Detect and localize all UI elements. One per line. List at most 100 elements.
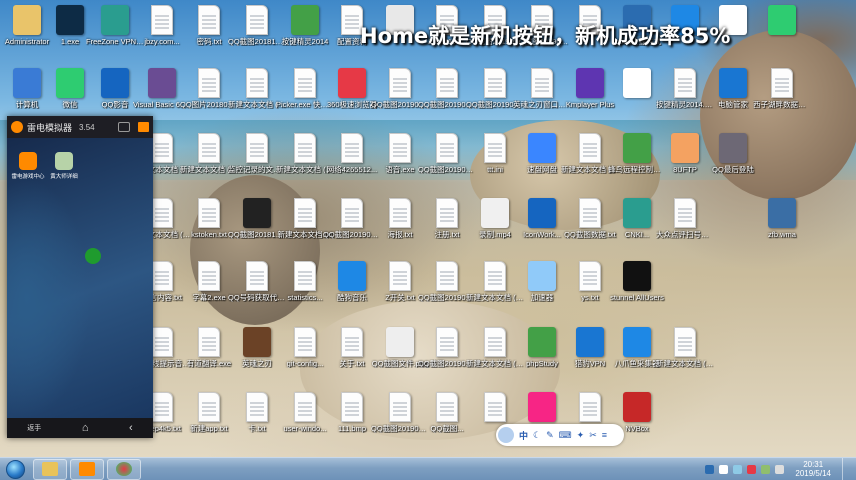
- text-file-icon: [198, 261, 220, 291]
- text-file-icon: [294, 392, 316, 422]
- emulator-app-game-center[interactable]: 雷电游戏中心: [11, 152, 45, 180]
- text-file-icon: [389, 68, 411, 98]
- back-button[interactable]: 返手: [27, 423, 41, 433]
- text-file-icon: [198, 133, 220, 163]
- app-icon: [101, 68, 129, 98]
- app-icon: [101, 5, 129, 35]
- text-file-icon: [579, 133, 601, 163]
- taskbar-item-browser[interactable]: [107, 458, 141, 480]
- taskbar-item-explorer[interactable]: [33, 458, 67, 480]
- text-file-icon: [294, 68, 316, 98]
- desktop-icon[interactable]: 西子湖畔数据库.txt: [753, 68, 811, 126]
- desktop-icon[interactable]: stunnel AllUsers: [608, 261, 666, 319]
- ime-pen-icon[interactable]: ✎: [546, 430, 554, 441]
- text-file-icon: [436, 133, 458, 163]
- emulator-navbar: 返手 ⌂ ‹: [7, 418, 153, 438]
- text-file-icon: [341, 392, 363, 422]
- emulator-titlebar[interactable]: 雷电模拟器 3.54: [7, 116, 153, 138]
- text-file-icon: [246, 392, 268, 422]
- app-icon: [528, 392, 556, 422]
- text-file-icon: [484, 261, 506, 291]
- ldplayer-icon: [79, 462, 95, 476]
- browser-icon: [116, 462, 132, 476]
- app-icon: [148, 68, 176, 98]
- ime-tools-icon[interactable]: ✂: [589, 430, 597, 441]
- windows-logo-icon: [5, 459, 25, 479]
- emulator-window[interactable]: 雷电模拟器 3.54 雷电游戏中心 黄大师详细 返手 ⌂ ‹: [7, 116, 153, 438]
- text-file-icon: [484, 133, 506, 163]
- ime-tray-icon[interactable]: [705, 464, 715, 474]
- text-file-icon: [389, 198, 411, 228]
- volume-tray-icon[interactable]: [775, 464, 785, 474]
- app-icon: [623, 68, 651, 98]
- text-file-icon: [198, 68, 220, 98]
- show-desktop-button[interactable]: [842, 457, 852, 480]
- text-file-icon: [151, 133, 173, 163]
- desktop-icon[interactable]: QQ最后登陆: [704, 133, 762, 191]
- text-file-icon: [579, 261, 601, 291]
- app-label: 黄大师详细: [50, 174, 78, 180]
- emulator-app-second[interactable]: 黄大师详细: [47, 152, 81, 180]
- ime-moon-icon[interactable]: ☾: [533, 430, 541, 441]
- text-file-icon: [151, 5, 173, 35]
- app-icon: [623, 198, 651, 228]
- app-avatar-icon: [55, 152, 73, 170]
- moon-tray-icon[interactable]: [719, 464, 729, 474]
- text-file-icon: [484, 327, 506, 357]
- app-icon: [386, 327, 414, 357]
- app-icon: [243, 198, 271, 228]
- touch-pointer-icon: [85, 248, 101, 264]
- desktop-icon[interactable]: 新建文本文档 (6).txt: [656, 327, 714, 385]
- ime-toolbar[interactable]: 中 ☾ ✎ ⌨ ✦ ✂ ≡: [496, 424, 624, 446]
- emulator-title: 雷电模拟器: [27, 122, 73, 133]
- system-tray: 20:31 2019/5/14: [705, 457, 856, 480]
- folder-icon: [42, 462, 58, 476]
- emulator-version: 3.54: [79, 122, 95, 132]
- app-icon: [56, 68, 84, 98]
- gamepad-icon[interactable]: [118, 122, 130, 132]
- qq-tray-icon[interactable]: [747, 464, 757, 474]
- app-icon: [528, 261, 556, 291]
- app-tray-icon[interactable]: [761, 464, 771, 474]
- desktop-icon-label: zfb.wma: [768, 230, 796, 239]
- text-file-icon: [341, 198, 363, 228]
- app-icon: [623, 327, 651, 357]
- app-icon: [243, 327, 271, 357]
- back-arrow-button[interactable]: ‹: [129, 422, 133, 434]
- text-file-icon: [531, 68, 553, 98]
- desktop-icon[interactable]: zfb.wma: [753, 198, 811, 256]
- app-icon: [623, 133, 651, 163]
- app-icon: [528, 198, 556, 228]
- ime-mode-button[interactable]: 中: [519, 429, 528, 442]
- desktop-icon[interactable]: 大众点评扫号结果密码...: [656, 198, 714, 256]
- app-icon: [576, 327, 604, 357]
- app-icon: [338, 68, 366, 98]
- desktop-icon[interactable]: [753, 5, 811, 63]
- video-caption: Home就是新机按钮，新机成功率85%: [360, 24, 731, 48]
- game-center-icon: [19, 152, 37, 170]
- ime-keyboard-icon[interactable]: ⌨: [559, 430, 572, 441]
- network-tray-icon[interactable]: [733, 464, 743, 474]
- desktop-icon-label: 新建文本文档 (6).txt: [656, 359, 714, 368]
- ime-skin-icon[interactable]: ✦: [577, 430, 585, 441]
- text-file-icon: [674, 327, 696, 357]
- text-file-icon: [198, 5, 220, 35]
- app-icon: [671, 133, 699, 163]
- text-file-icon: [389, 392, 411, 422]
- taskbar-item-ldplayer[interactable]: [70, 458, 104, 480]
- text-file-icon: [341, 327, 363, 357]
- ime-logo-icon[interactable]: [498, 427, 514, 443]
- clock[interactable]: 20:31 2019/5/14: [795, 460, 831, 478]
- gift-icon[interactable]: [138, 122, 149, 132]
- text-file-icon: [436, 198, 458, 228]
- text-file-icon: [484, 392, 506, 422]
- start-button[interactable]: [0, 458, 30, 480]
- emulator-screen[interactable]: 雷电游戏中心 黄大师详细: [7, 138, 153, 418]
- text-file-icon: [198, 327, 220, 357]
- app-icon: [768, 198, 796, 228]
- text-file-icon: [436, 261, 458, 291]
- text-file-icon: [151, 261, 173, 291]
- app-icon: [13, 5, 41, 35]
- ime-menu-icon[interactable]: ≡: [602, 430, 607, 440]
- home-button[interactable]: ⌂: [82, 422, 89, 434]
